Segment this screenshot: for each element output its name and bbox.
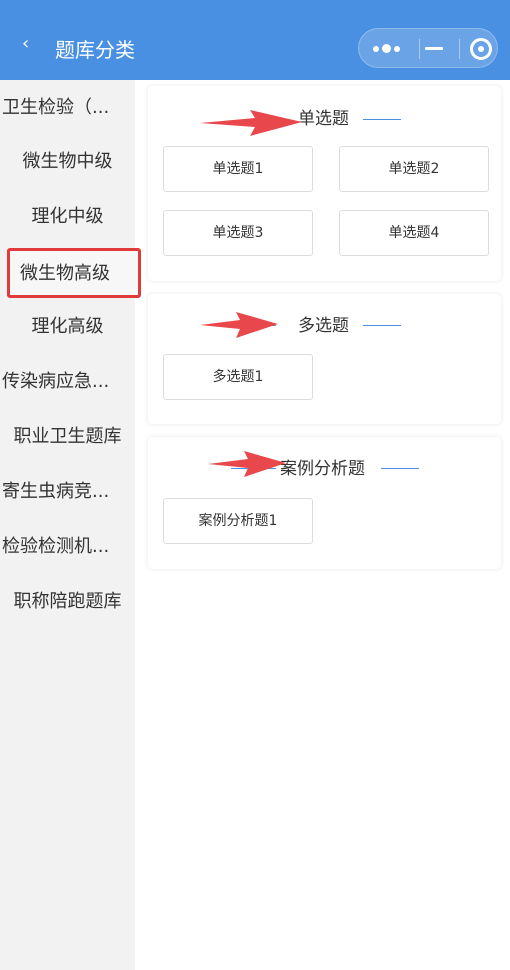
capsule-divider (419, 39, 420, 59)
section-title: 多选题 (298, 316, 349, 336)
question-set-button[interactable]: 单选题3 (163, 210, 313, 256)
page-title: 题库分类 (55, 38, 135, 62)
question-set-button[interactable]: 单选题2 (339, 146, 489, 192)
sidebar-item[interactable]: 传染病应急... (0, 362, 135, 402)
red-arrow-icon (208, 451, 286, 477)
red-arrow-icon (200, 110, 302, 136)
sidebar-item[interactable]: 职称陪跑题库 (0, 582, 135, 622)
sidebar-item[interactable]: 检验检测机... (0, 527, 135, 567)
title-right-line (381, 468, 419, 469)
title-right-line (363, 325, 401, 326)
minimize-icon[interactable] (425, 47, 443, 50)
navigation-bar: ‹ 题库分类 (0, 0, 510, 80)
sidebar-item[interactable]: 职业卫生题库 (0, 417, 135, 457)
question-set-button[interactable]: 单选题4 (339, 210, 489, 256)
section-title: 单选题 (298, 109, 349, 129)
question-set-button[interactable]: 单选题1 (163, 146, 313, 192)
question-set-button[interactable]: 多选题1 (163, 354, 313, 400)
capsule-divider (459, 39, 460, 59)
back-arrow-icon[interactable]: ‹ (22, 34, 29, 54)
sidebar-item-selected[interactable]: 微生物高级 (7, 248, 141, 298)
more-dots-icon[interactable] (373, 43, 401, 55)
title-right-line (363, 119, 401, 120)
question-set-button[interactable]: 案例分析题1 (163, 498, 313, 544)
sidebar-item[interactable]: 理化中级 (0, 197, 135, 237)
target-icon[interactable] (470, 38, 492, 60)
sidebar-item[interactable]: 卫生检验（... (0, 88, 135, 128)
category-sidebar: 卫生检验（... 微生物中级 理化中级 微生物高级 理化高级 传染病应急... … (0, 80, 141, 970)
section-title: 案例分析题 (280, 459, 365, 479)
case-analysis-card: 案例分析题 案例分析题1 (148, 437, 501, 569)
sidebar-item[interactable]: 微生物中级 (0, 142, 135, 182)
mini-program-capsule (358, 28, 498, 68)
red-arrow-icon (200, 312, 278, 338)
sidebar-item[interactable]: 寄生虫病竞... (0, 472, 135, 512)
sidebar-item[interactable]: 理化高级 (0, 307, 135, 347)
